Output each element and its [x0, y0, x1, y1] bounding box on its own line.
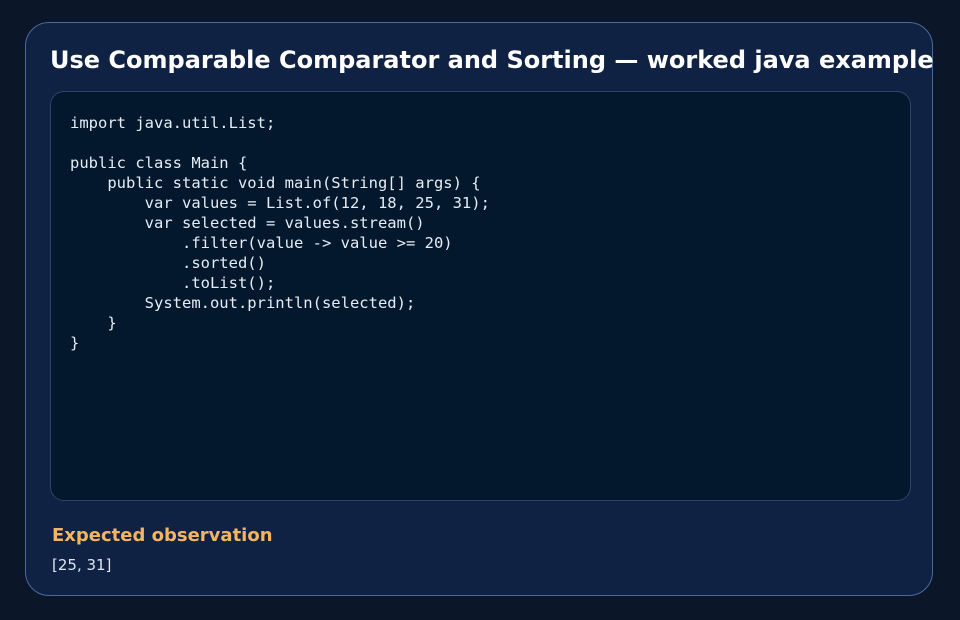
- code-block[interactable]: import java.util.List; public class Main…: [70, 113, 490, 353]
- example-card: Use Comparable Comparator and Sorting — …: [25, 22, 934, 596]
- code-panel: import java.util.List; public class Main…: [50, 91, 911, 501]
- card-title: Use Comparable Comparator and Sorting — …: [50, 46, 934, 74]
- observation-value: [25, 31]: [52, 556, 112, 574]
- observation-heading: Expected observation: [52, 525, 273, 546]
